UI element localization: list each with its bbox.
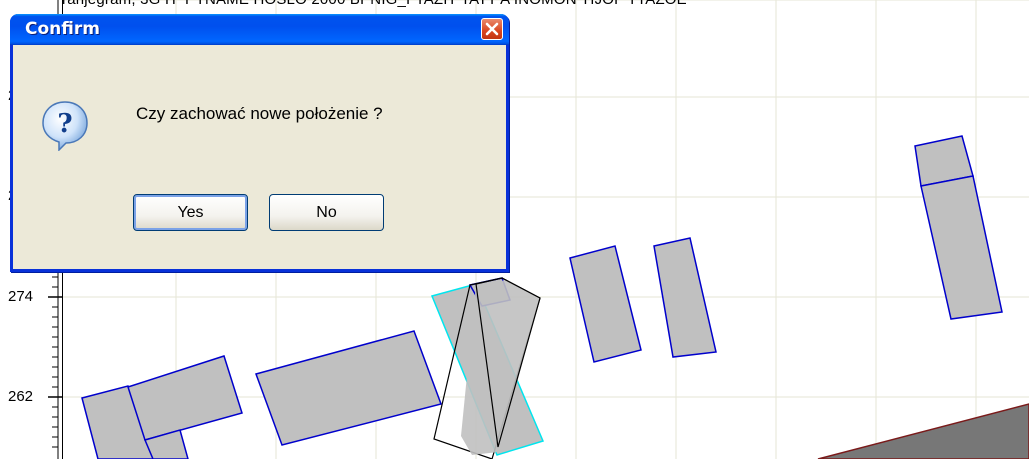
close-button[interactable] — [481, 18, 503, 40]
question-icon: ? — [42, 101, 88, 151]
ruler-label-274: 274 — [8, 288, 34, 305]
dialog-title: Confirm — [25, 19, 100, 39]
shape-block[interactable] — [127, 355, 243, 441]
window-caption: ranjegram, 3G IT T TNAME HOSLO 2000 BPNI… — [62, 0, 687, 8]
dialog-message: Czy zachować nowe położenie ? — [136, 104, 383, 123]
shape-block[interactable] — [255, 330, 442, 446]
shape-block[interactable] — [569, 245, 642, 363]
ruler-label-262: 262 — [8, 388, 34, 405]
dark-region — [817, 403, 1029, 459]
confirm-dialog: Confirm ? Czy zachować nowe położenie ? … — [10, 14, 509, 272]
svg-text:?: ? — [57, 109, 72, 139]
dialog-title-bar[interactable]: Confirm — [10, 14, 509, 45]
no-button[interactable]: No — [269, 194, 384, 231]
yes-button[interactable]: Yes — [133, 194, 248, 231]
close-icon — [485, 22, 499, 36]
